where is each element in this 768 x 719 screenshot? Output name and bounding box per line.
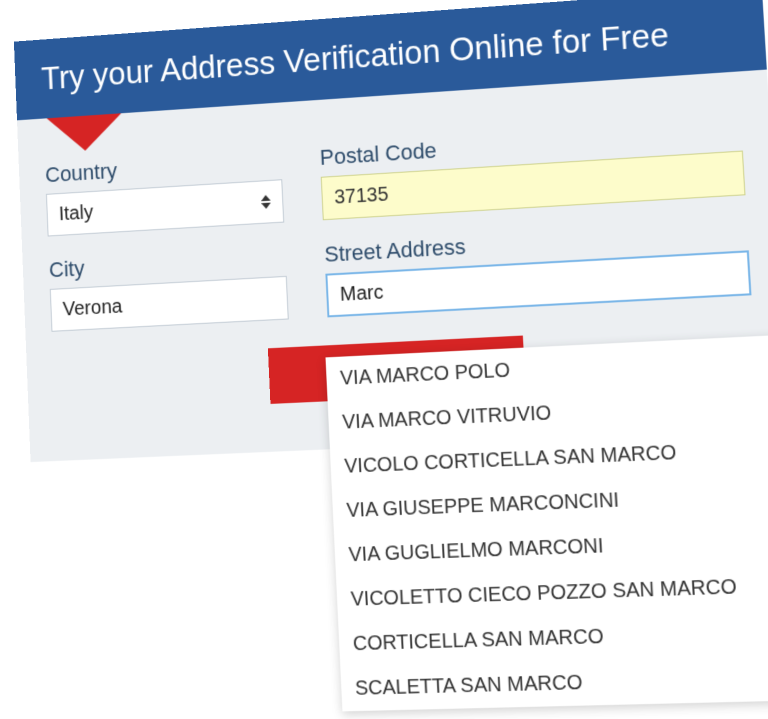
country-field: Country Italy xyxy=(45,148,285,237)
autocomplete-street: VICOLO CORTICELLA SAN MARCO xyxy=(344,441,677,478)
postal-field: Postal Code 37135 xyxy=(319,118,745,220)
autocomplete-street: CORTICELLA SAN MARCO xyxy=(352,625,604,656)
street-autocomplete: VIA MARCO POLO37138VIA MARCO VITRUVIO371… xyxy=(326,332,768,712)
chevron-updown-icon xyxy=(259,195,273,210)
street-value: Marc xyxy=(339,281,383,306)
country-value: Italy xyxy=(58,201,93,225)
country-select[interactable]: Italy xyxy=(46,179,284,236)
autocomplete-street: SCALETTA SAN MARCO xyxy=(355,671,583,700)
autocomplete-street: VIA GIUSEPPE MARCONCINI xyxy=(346,489,620,523)
postal-value: 37135 xyxy=(334,183,389,209)
city-input[interactable]: Verona xyxy=(50,276,289,332)
autocomplete-street: VIA MARCO POLO xyxy=(340,359,511,390)
form-panel: Country Italy Postal Code 37135 City Ver… xyxy=(17,70,768,463)
autocomplete-street: VIA GUGLIELMO MARCONI xyxy=(348,534,604,566)
city-field: City Verona xyxy=(49,244,289,332)
autocomplete-street: VIA MARCO VITRUVIO xyxy=(342,402,552,435)
city-value: Verona xyxy=(62,295,122,321)
ribbon-icon xyxy=(47,113,123,153)
autocomplete-street: VICOLETTO CIECO POZZO SAN MARCO xyxy=(350,575,737,611)
street-field: Street Address Marc xyxy=(324,218,752,318)
